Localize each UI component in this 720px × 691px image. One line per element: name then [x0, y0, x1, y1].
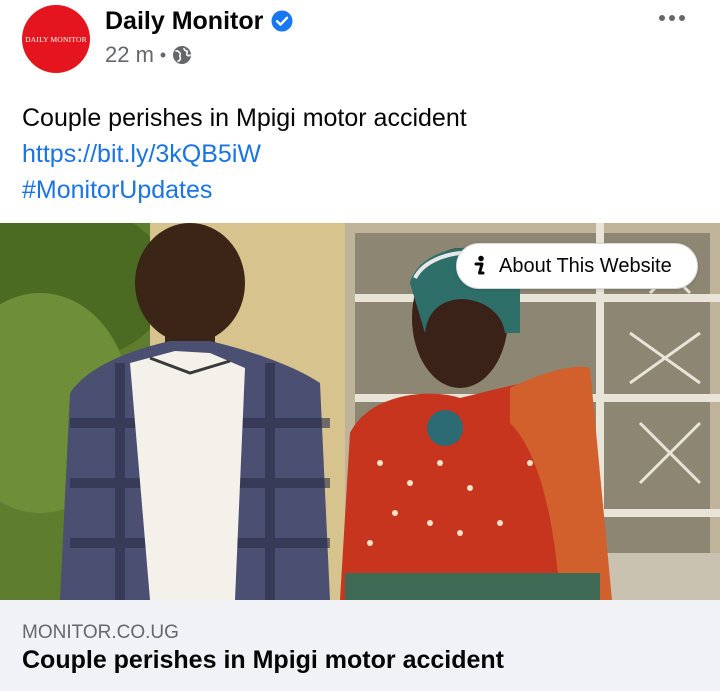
more-options-icon-dot	[679, 15, 685, 21]
link-domain: MONITOR.CO.UG	[22, 622, 179, 643]
link-preview-card[interactable]: MONITOR.CO.UG Couple perishes in Mpigi m…	[0, 600, 720, 691]
meta-separator: •	[159, 44, 167, 65]
page-name[interactable]: Daily Monitor	[105, 4, 263, 38]
post-url-link[interactable]: https://bit.ly/3kQB5iW	[22, 136, 702, 172]
about-this-website-button[interactable]: About This Website	[456, 243, 698, 289]
page-name-row: Daily Monitor	[105, 4, 293, 38]
hashtag-link[interactable]: #MonitorUpdates	[22, 172, 702, 208]
post-timestamp[interactable]: 22 m	[105, 42, 154, 68]
page-avatar[interactable]: DAILY MONITOR	[22, 5, 90, 73]
more-options-icon-dot	[669, 15, 675, 21]
post-text: Couple perishes in Mpigi motor accident	[22, 104, 467, 132]
about-this-website-label: About This Website	[499, 254, 672, 277]
more-options-icon	[659, 15, 665, 21]
post-meta: 22 m •	[105, 42, 192, 68]
post-header: DAILY MONITOR Daily Monitor 22 m •	[0, 0, 720, 90]
verified-badge-icon	[271, 10, 293, 32]
link-title: Couple perishes in Mpigi motor accident	[22, 646, 505, 674]
post-body: Couple perishes in Mpigi motor accident …	[22, 100, 702, 208]
info-icon	[473, 255, 487, 277]
avatar-logo-text: DAILY MONITOR	[25, 34, 87, 44]
more-options-button[interactable]	[652, 6, 692, 30]
globe-icon[interactable]	[172, 45, 192, 65]
